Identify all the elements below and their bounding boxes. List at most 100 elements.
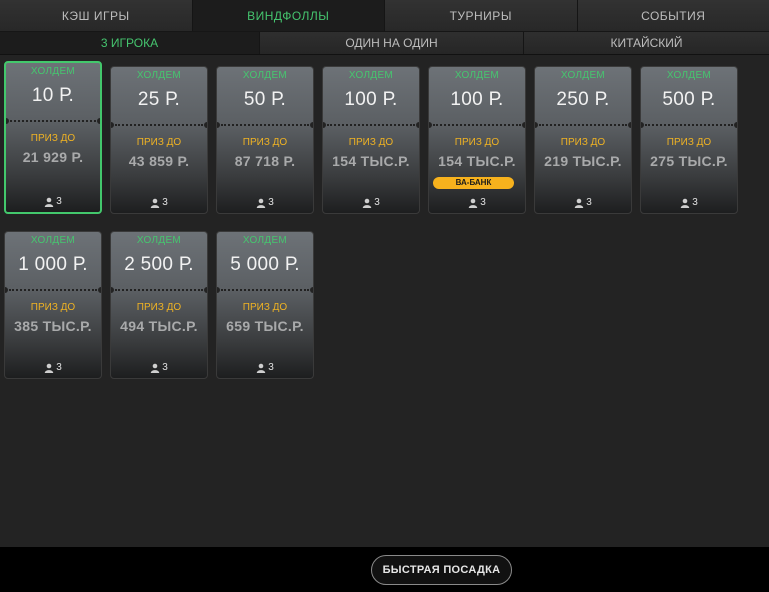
card-divider xyxy=(221,289,309,291)
person-icon xyxy=(257,363,266,373)
card-stake: 5 000 Р. xyxy=(230,254,300,275)
card-prize: 43 859 Р. xyxy=(128,153,190,169)
windfall-card[interactable]: ХОЛДЕМ 10 Р. ПРИЗ ДО 21 929 Р. 3 xyxy=(4,61,102,214)
card-notch-right xyxy=(734,122,737,128)
card-prize-label: ПРИЗ ДО xyxy=(136,137,182,148)
card-notch-left xyxy=(111,287,114,293)
card-game-type: ХОЛДЕМ xyxy=(242,70,288,81)
card-notch-left xyxy=(6,118,9,124)
card-stake: 10 Р. xyxy=(31,85,75,106)
card-prize-label: ПРИЗ ДО xyxy=(348,137,394,148)
person-icon xyxy=(681,198,690,208)
card-divider xyxy=(9,289,97,291)
card-divider xyxy=(645,124,733,126)
card-prize-label: ПРИЗ ДО xyxy=(136,302,182,313)
windfall-card[interactable]: ХОЛДЕМ 250 Р. ПРИЗ ДО 219 ТЫС.Р. 3 xyxy=(534,66,632,214)
card-notch-right xyxy=(98,287,101,293)
card-players: 3 xyxy=(217,362,313,373)
card-divider xyxy=(10,120,96,122)
card-notch-left xyxy=(5,287,8,293)
card-player-count: 3 xyxy=(374,197,380,208)
card-prize: 87 718 Р. xyxy=(234,153,296,169)
tab-tournaments[interactable]: ТУРНИРЫ xyxy=(385,0,578,31)
card-prize-label: ПРИЗ ДО xyxy=(30,302,76,313)
card-players: 3 xyxy=(5,362,101,373)
windfall-card[interactable]: ХОЛДЕМ 100 Р. ПРИЗ ДО 154 ТЫС.Р. 3 xyxy=(322,66,420,214)
card-game-type: ХОЛДЕМ xyxy=(454,70,500,81)
windfall-card[interactable]: ХОЛДЕМ 1 000 Р. ПРИЗ ДО 385 ТЫС.Р. 3 xyxy=(4,231,102,379)
card-prize-label: ПРИЗ ДО xyxy=(30,133,76,144)
card-prize: 275 ТЫС.Р. xyxy=(650,153,728,169)
card-prize-label: ПРИЗ ДО xyxy=(242,302,288,313)
windfall-card[interactable]: ХОЛДЕМ 5 000 Р. ПРИЗ ДО 659 ТЫС.Р. 3 xyxy=(216,231,314,379)
card-game-type: ХОЛДЕМ xyxy=(242,235,288,246)
card-stake: 1 000 Р. xyxy=(18,254,88,275)
card-notch-left xyxy=(323,122,326,128)
card-stake: 250 Р. xyxy=(556,89,610,110)
subtab-3-players[interactable]: 3 ИГРОКА xyxy=(0,32,260,54)
card-divider xyxy=(221,124,309,126)
card-notch-right xyxy=(97,118,100,124)
card-stake: 25 Р. xyxy=(137,89,181,110)
card-players: 3 xyxy=(429,197,525,208)
card-divider xyxy=(115,124,203,126)
windfall-card[interactable]: ХОЛДЕМ 100 Р. ПРИЗ ДО 154 ТЫС.Р. ВА-БАНК 3 xyxy=(428,66,526,214)
subtab-heads-up[interactable]: ОДИН НА ОДИН xyxy=(260,32,524,54)
card-divider xyxy=(115,289,203,291)
card-prize: 494 ТЫС.Р. xyxy=(120,318,198,334)
person-icon xyxy=(151,198,160,208)
tab-events[interactable]: СОБЫТИЯ xyxy=(577,0,769,31)
card-game-type: ХОЛДЕМ xyxy=(666,70,712,81)
card-game-type: ХОЛДЕМ xyxy=(30,66,76,77)
card-player-count: 3 xyxy=(268,197,274,208)
card-prize: 154 ТЫС.Р. xyxy=(332,153,410,169)
card-allin-badge: ВА-БАНК xyxy=(433,177,514,189)
card-divider xyxy=(327,124,415,126)
card-player-count: 3 xyxy=(56,196,62,207)
tab-cash-games[interactable]: КЭШ ИГРЫ xyxy=(0,0,193,31)
card-players: 3 xyxy=(111,362,207,373)
windfall-card[interactable]: ХОЛДЕМ 500 Р. ПРИЗ ДО 275 ТЫС.Р. 3 xyxy=(640,66,738,214)
card-game-type: ХОЛДЕМ xyxy=(560,70,606,81)
card-game-type: ХОЛДЕМ xyxy=(30,235,76,246)
card-notch-right xyxy=(204,122,207,128)
bottom-bar: БЫСТРАЯ ПОСАДКА xyxy=(0,547,769,592)
card-players: 3 xyxy=(641,197,737,208)
card-player-count: 3 xyxy=(480,197,486,208)
person-icon xyxy=(151,363,160,373)
tab-windfalls[interactable]: ВИНДФОЛЛЫ xyxy=(192,0,385,31)
windfall-card[interactable]: ХОЛДЕМ 2 500 Р. ПРИЗ ДО 494 ТЫС.Р. 3 xyxy=(110,231,208,379)
card-notch-right xyxy=(310,287,313,293)
person-icon xyxy=(575,198,584,208)
card-players: 3 xyxy=(323,197,419,208)
card-notch-left xyxy=(535,122,538,128)
person-icon xyxy=(363,198,372,208)
quick-seat-button[interactable]: БЫСТРАЯ ПОСАДКА xyxy=(371,555,512,585)
card-prize-label: ПРИЗ ДО xyxy=(666,137,712,148)
card-game-type: ХОЛДЕМ xyxy=(348,70,394,81)
card-players: 3 xyxy=(6,196,100,207)
card-prize: 21 929 Р. xyxy=(22,149,84,165)
card-prize-label: ПРИЗ ДО xyxy=(454,137,500,148)
windfall-card[interactable]: ХОЛДЕМ 50 Р. ПРИЗ ДО 87 718 Р. 3 xyxy=(216,66,314,214)
card-stake: 500 Р. xyxy=(662,89,716,110)
card-notch-left xyxy=(111,122,114,128)
card-stake: 100 Р. xyxy=(450,89,504,110)
card-game-type: ХОЛДЕМ xyxy=(136,70,182,81)
card-prize: 219 ТЫС.Р. xyxy=(544,153,622,169)
card-game-type: ХОЛДЕМ xyxy=(136,235,182,246)
card-player-count: 3 xyxy=(162,197,168,208)
card-player-count: 3 xyxy=(586,197,592,208)
top-tab-bar: КЭШ ИГРЫ ВИНДФОЛЛЫ ТУРНИРЫ СОБЫТИЯ xyxy=(0,0,769,32)
card-player-count: 3 xyxy=(162,362,168,373)
person-icon xyxy=(45,197,54,207)
card-notch-right xyxy=(628,122,631,128)
card-prize-label: ПРИЗ ДО xyxy=(242,137,288,148)
subtab-chinese[interactable]: КИТАЙСКИЙ xyxy=(524,32,769,54)
card-players: 3 xyxy=(111,197,207,208)
card-players: 3 xyxy=(217,197,313,208)
person-icon xyxy=(257,198,266,208)
card-prize: 154 ТЫС.Р. xyxy=(438,153,516,169)
windfall-card[interactable]: ХОЛДЕМ 25 Р. ПРИЗ ДО 43 859 Р. 3 xyxy=(110,66,208,214)
card-notch-right xyxy=(416,122,419,128)
